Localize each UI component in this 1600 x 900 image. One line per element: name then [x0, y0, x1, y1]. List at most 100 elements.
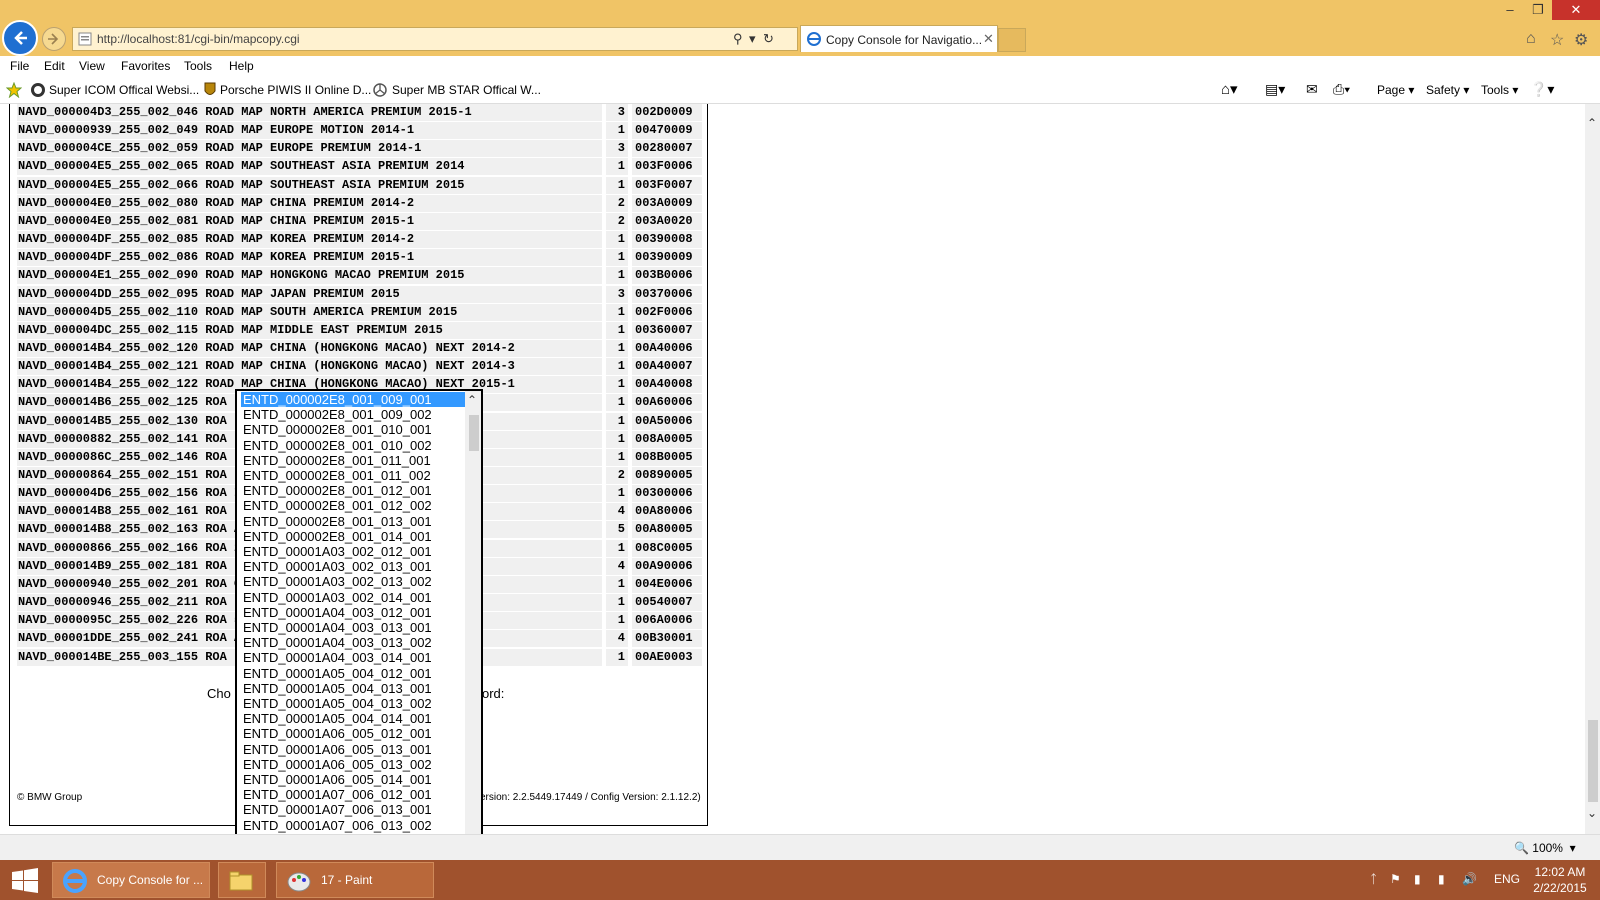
table-row: NAVD_000004E5_255_002_065 ROAD MAP SOUTH… [17, 158, 702, 176]
volume-icon[interactable]: 🔊 [1462, 872, 1477, 886]
code-cell: 002F0006 [632, 303, 702, 321]
bluetooth-icon[interactable]: ᛏ [1370, 872, 1377, 886]
table-row: NAVD_000004DF_255_002_085 ROAD MAP KOREA… [17, 231, 702, 249]
dropdown-option[interactable]: ENTD_00001A06_005_013_001 [241, 742, 465, 757]
fav-super-icom[interactable]: Super ICOM Offical Websi... [49, 83, 199, 97]
dropdown-option[interactable]: ENTD_000002E8_001_014_001 [241, 529, 465, 544]
taskbar-ie-button[interactable]: Copy Console for ... [52, 862, 210, 898]
dropdown-option[interactable]: ENTD_00001A04_003_013_002 [241, 635, 465, 650]
page-scroll-up-icon[interactable]: ⌃ [1587, 116, 1597, 130]
map-name-cell: NAVD_000004DF_255_002_086 ROAD MAP KOREA… [17, 249, 602, 267]
choose-label-start: Cho [207, 686, 231, 701]
dropdown-option[interactable]: ENTD_000002E8_001_010_001 [241, 422, 465, 437]
settings-gear-icon[interactable]: ⚙ [1574, 30, 1588, 50]
dropdown-option[interactable]: ENTD_000002E8_001_011_001 [241, 453, 465, 468]
dropdown-option[interactable]: ENTD_00001A03_002_013_002 [241, 574, 465, 589]
dropdown-option[interactable]: ENTD_000002E8_001_009_001 [241, 392, 465, 407]
page-menu[interactable]: Page ▾ [1377, 83, 1414, 97]
dropdown-option[interactable]: ENTD_00001A06_005_014_001 [241, 772, 465, 787]
table-row: NAVD_000004E1_255_002_090 ROAD MAP HONGK… [17, 267, 702, 285]
minimize-button[interactable]: – [1496, 0, 1524, 20]
search-icon[interactable]: ⚲ [733, 31, 743, 47]
dropdown-option[interactable]: ENTD_000002E8_001_012_002 [241, 498, 465, 513]
map-name-cell: NAVD_000004E5_255_002_066 ROAD MAP SOUTH… [17, 176, 602, 194]
entd-dropdown-list[interactable]: ENTD_000002E8_001_009_001 ENTD_000002E8_0… [235, 389, 483, 848]
dropdown-option[interactable]: ENTD_000002E8_001_010_002 [241, 438, 465, 453]
menu-bar: File Edit View Favorites Tools Help [0, 56, 1600, 78]
favorites-star-icon[interactable]: ☆ [1550, 30, 1564, 50]
menu-view[interactable]: View [79, 59, 105, 73]
feeds-icon[interactable]: ▤▾ [1265, 81, 1285, 98]
copyright: © BMW Group [17, 792, 83, 803]
dropdown-option[interactable]: ENTD_000002E8_001_012_001 [241, 483, 465, 498]
code-cell: 00AE0003 [632, 648, 702, 666]
back-button[interactable] [2, 20, 38, 56]
map-name-cell: NAVD_000004DF_255_002_085 ROAD MAP KOREA… [17, 231, 602, 249]
code-cell: 00370006 [632, 285, 702, 303]
new-tab-button[interactable] [998, 28, 1026, 52]
dropdown-option[interactable]: ENTD_00001A07_006_013_002 [241, 818, 465, 833]
code-cell: 003B0006 [632, 267, 702, 285]
dropdown-option[interactable]: ENTD_00001A03_002_012_001 [241, 544, 465, 559]
code-cell: 00A80005 [632, 521, 702, 539]
dropdown-option[interactable]: ENTD_00001A04_003_012_001 [241, 605, 465, 620]
fav-porsche-piwis[interactable]: Porsche PIWIS II Online D... [220, 83, 371, 97]
language-indicator[interactable]: ENG [1494, 872, 1520, 886]
page-scroll-thumb[interactable] [1588, 720, 1598, 802]
dropdown-option[interactable]: ENTD_00001A05_004_013_002 [241, 696, 465, 711]
dropdown-option[interactable]: ENTD_00001A06_005_012_001 [241, 726, 465, 741]
count-cell: 1 [606, 358, 628, 376]
dropdown-option[interactable]: ENTD_00001A03_002_014_001 [241, 590, 465, 605]
dropdown-option[interactable]: ENTD_000002E8_001_013_001 [241, 514, 465, 529]
dropdown-option[interactable]: ENTD_00001A03_002_013_001 [241, 559, 465, 574]
dropdown-option[interactable]: ENTD_00001A05_004_013_001 [241, 681, 465, 696]
menu-tools[interactable]: Tools [184, 59, 212, 73]
page-scroll-down-icon[interactable]: ⌄ [1587, 806, 1597, 820]
safety-menu[interactable]: Safety ▾ [1426, 83, 1469, 97]
zoom-control[interactable]: 🔍 100% ▾ [1514, 841, 1576, 855]
menu-favorites[interactable]: Favorites [121, 59, 170, 73]
dropdown-option[interactable]: ENTD_00001A04_003_013_001 [241, 620, 465, 635]
tools-menu[interactable]: Tools ▾ [1481, 83, 1518, 97]
dropdown-option[interactable]: ENTD_00001A07_006_013_001 [241, 802, 465, 817]
dropdown-option[interactable]: ENTD_00001A06_005_013_002 [241, 757, 465, 772]
taskbar-explorer-button[interactable] [218, 862, 266, 898]
dropdown-option[interactable]: ENTD_000002E8_001_009_002 [241, 407, 465, 422]
close-window-button[interactable]: ✕ [1552, 0, 1600, 20]
dropdown-option[interactable]: ENTD_00001A04_003_014_001 [241, 650, 465, 665]
forward-button[interactable] [42, 27, 66, 51]
windows-start-icon[interactable] [12, 868, 38, 894]
action-center-icon[interactable]: ⚑ [1390, 872, 1401, 886]
dropdown-scroll-up-icon[interactable]: ⌃ [467, 393, 477, 407]
dropdown-option[interactable]: ENTD_000002E8_001_011_002 [241, 468, 465, 483]
menu-edit[interactable]: Edit [44, 59, 65, 73]
tab-copy-console[interactable]: Copy Console for Navigatio... ✕ [800, 25, 998, 52]
address-bar[interactable]: http://localhost:81/cgi-bin/mapcopy.cgi … [72, 27, 798, 51]
dropdown-arrow-icon[interactable]: ▾ [749, 31, 756, 47]
address-url[interactable]: http://localhost:81/cgi-bin/mapcopy.cgi [97, 32, 300, 46]
menu-file[interactable]: File [10, 59, 29, 73]
code-cell: 00470009 [632, 122, 702, 140]
menu-help[interactable]: Help [229, 59, 254, 73]
home-cmd-icon[interactable]: ⌂▾ [1221, 80, 1238, 98]
network-icon[interactable]: ▮ [1438, 872, 1445, 886]
dropdown-scroll-thumb[interactable] [469, 415, 479, 451]
fav-super-mb-star[interactable]: Super MB STAR Offical W... [392, 83, 541, 97]
refresh-icon[interactable]: ↻ [763, 31, 774, 47]
dropdown-scrollbar[interactable] [465, 391, 481, 846]
count-cell: 1 [606, 249, 628, 267]
taskbar-paint-button[interactable]: 17 - Paint [276, 862, 434, 898]
restore-button[interactable]: ❐ [1524, 0, 1552, 20]
mail-icon[interactable]: ✉ [1306, 81, 1318, 98]
home-icon[interactable]: ⌂ [1526, 30, 1536, 48]
help-icon[interactable]: ❔▾ [1530, 81, 1554, 98]
system-clock[interactable]: 12:02 AM 2/22/2015 [1530, 864, 1590, 896]
tab-close-icon[interactable]: ✕ [983, 31, 994, 47]
ie-logo-icon [63, 869, 87, 893]
power-icon[interactable]: ▮ [1414, 872, 1421, 886]
dropdown-option[interactable]: ENTD_00001A07_006_012_001 [241, 787, 465, 802]
dropdown-option[interactable]: ENTD_00001A05_004_012_001 [241, 666, 465, 681]
add-favorite-icon[interactable] [6, 82, 22, 98]
dropdown-option[interactable]: ENTD_00001A05_004_014_001 [241, 711, 465, 726]
print-icon[interactable]: ⎙▾ [1333, 81, 1350, 98]
